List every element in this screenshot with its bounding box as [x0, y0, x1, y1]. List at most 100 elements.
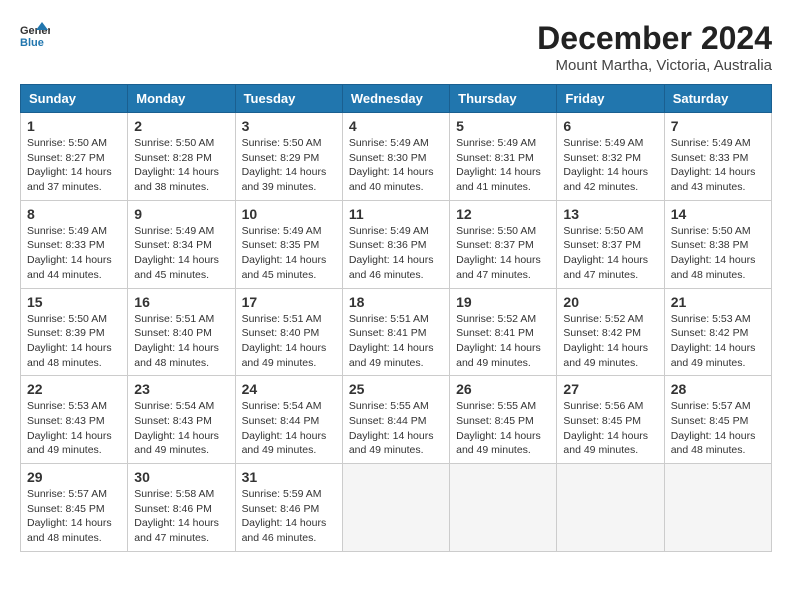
calendar-header-row: SundayMondayTuesdayWednesdayThursdayFrid…: [21, 85, 772, 113]
day-number: 17: [242, 294, 336, 310]
day-number: 3: [242, 118, 336, 134]
day-number: 8: [27, 206, 121, 222]
day-number: 22: [27, 381, 121, 397]
calendar-cell: 14 Sunrise: 5:50 AM Sunset: 8:38 PM Dayli…: [664, 200, 771, 288]
cell-sun-info: Sunrise: 5:50 AM Sunset: 8:37 PM Dayligh…: [563, 224, 657, 283]
day-number: 31: [242, 469, 336, 485]
day-number: 2: [134, 118, 228, 134]
cell-sun-info: Sunrise: 5:49 AM Sunset: 8:33 PM Dayligh…: [671, 136, 765, 195]
calendar-cell: 11 Sunrise: 5:49 AM Sunset: 8:36 PM Dayli…: [342, 200, 449, 288]
day-number: 10: [242, 206, 336, 222]
calendar-cell: [450, 464, 557, 552]
calendar-cell: 6Sunrise: 5:49 AM Sunset: 8:32 PM Daylig…: [557, 113, 664, 201]
day-number: 18: [349, 294, 443, 310]
day-number: 27: [563, 381, 657, 397]
calendar-cell: 29 Sunrise: 5:57 AM Sunset: 8:45 PM Dayli…: [21, 464, 128, 552]
month-title: December 2024: [537, 20, 772, 57]
day-number: 16: [134, 294, 228, 310]
day-number: 1: [27, 118, 121, 134]
calendar-header-friday: Friday: [557, 85, 664, 113]
calendar-cell: [342, 464, 449, 552]
cell-sun-info: Sunrise: 5:58 AM Sunset: 8:46 PM Dayligh…: [134, 487, 228, 546]
calendar-cell: [557, 464, 664, 552]
calendar-week-2: 8 Sunrise: 5:49 AM Sunset: 8:33 PM Daylig…: [21, 200, 772, 288]
location-title: Mount Martha, Victoria, Australia: [537, 57, 772, 74]
cell-sun-info: Sunrise: 5:57 AM Sunset: 8:45 PM Dayligh…: [27, 487, 121, 546]
calendar-header-tuesday: Tuesday: [235, 85, 342, 113]
day-number: 5: [456, 118, 550, 134]
cell-sun-info: Sunrise: 5:49 AM Sunset: 8:36 PM Dayligh…: [349, 224, 443, 283]
day-number: 15: [27, 294, 121, 310]
calendar-header-monday: Monday: [128, 85, 235, 113]
cell-sun-info: Sunrise: 5:51 AM Sunset: 8:40 PM Dayligh…: [242, 312, 336, 371]
day-number: 30: [134, 469, 228, 485]
day-number: 14: [671, 206, 765, 222]
day-number: 29: [27, 469, 121, 485]
calendar-cell: 19Sunrise: 5:52 AM Sunset: 8:41 PM Dayli…: [450, 288, 557, 376]
calendar-cell: 13 Sunrise: 5:50 AM Sunset: 8:37 PM Dayli…: [557, 200, 664, 288]
cell-sun-info: Sunrise: 5:50 AM Sunset: 8:38 PM Dayligh…: [671, 224, 765, 283]
calendar-cell: 8 Sunrise: 5:49 AM Sunset: 8:33 PM Daylig…: [21, 200, 128, 288]
cell-sun-info: Sunrise: 5:49 AM Sunset: 8:34 PM Dayligh…: [134, 224, 228, 283]
cell-sun-info: Sunrise: 5:55 AM Sunset: 8:45 PM Dayligh…: [456, 399, 550, 458]
page-header: General Blue December 2024 Mount Martha,…: [20, 20, 772, 74]
day-number: 21: [671, 294, 765, 310]
cell-sun-info: Sunrise: 5:49 AM Sunset: 8:30 PM Dayligh…: [349, 136, 443, 195]
cell-sun-info: Sunrise: 5:49 AM Sunset: 8:33 PM Dayligh…: [27, 224, 121, 283]
calendar-cell: 20Sunrise: 5:52 AM Sunset: 8:42 PM Dayli…: [557, 288, 664, 376]
calendar-cell: 24 Sunrise: 5:54 AM Sunset: 8:44 PM Dayli…: [235, 376, 342, 464]
cell-sun-info: Sunrise: 5:50 AM Sunset: 8:37 PM Dayligh…: [456, 224, 550, 283]
calendar-header-saturday: Saturday: [664, 85, 771, 113]
cell-sun-info: Sunrise: 5:50 AM Sunset: 8:28 PM Dayligh…: [134, 136, 228, 195]
calendar-week-4: 22 Sunrise: 5:53 AM Sunset: 8:43 PM Dayli…: [21, 376, 772, 464]
cell-sun-info: Sunrise: 5:50 AM Sunset: 8:27 PM Dayligh…: [27, 136, 121, 195]
calendar-week-5: 29 Sunrise: 5:57 AM Sunset: 8:45 PM Dayli…: [21, 464, 772, 552]
calendar-cell: 18 Sunrise: 5:51 AM Sunset: 8:41 PM Dayli…: [342, 288, 449, 376]
cell-sun-info: Sunrise: 5:53 AM Sunset: 8:43 PM Dayligh…: [27, 399, 121, 458]
calendar-table: SundayMondayTuesdayWednesdayThursdayFrid…: [20, 84, 772, 552]
day-number: 11: [349, 206, 443, 222]
day-number: 7: [671, 118, 765, 134]
cell-sun-info: Sunrise: 5:49 AM Sunset: 8:31 PM Dayligh…: [456, 136, 550, 195]
svg-text:Blue: Blue: [20, 37, 44, 49]
cell-sun-info: Sunrise: 5:53 AM Sunset: 8:42 PM Dayligh…: [671, 312, 765, 371]
calendar-cell: 30 Sunrise: 5:58 AM Sunset: 8:46 PM Dayli…: [128, 464, 235, 552]
cell-sun-info: Sunrise: 5:54 AM Sunset: 8:44 PM Dayligh…: [242, 399, 336, 458]
calendar-cell: 15 Sunrise: 5:50 AM Sunset: 8:39 PM Dayli…: [21, 288, 128, 376]
cell-sun-info: Sunrise: 5:50 AM Sunset: 8:39 PM Dayligh…: [27, 312, 121, 371]
calendar-cell: 3 Sunrise: 5:50 AM Sunset: 8:29 PM Daylig…: [235, 113, 342, 201]
calendar-cell: 4 Sunrise: 5:49 AM Sunset: 8:30 PM Daylig…: [342, 113, 449, 201]
calendar-cell: 5 Sunrise: 5:49 AM Sunset: 8:31 PM Daylig…: [450, 113, 557, 201]
calendar-cell: 26Sunrise: 5:55 AM Sunset: 8:45 PM Dayli…: [450, 376, 557, 464]
cell-sun-info: Sunrise: 5:51 AM Sunset: 8:40 PM Dayligh…: [134, 312, 228, 371]
calendar-cell: 25Sunrise: 5:55 AM Sunset: 8:44 PM Dayli…: [342, 376, 449, 464]
cell-sun-info: Sunrise: 5:59 AM Sunset: 8:46 PM Dayligh…: [242, 487, 336, 546]
calendar-cell: 28Sunrise: 5:57 AM Sunset: 8:45 PM Dayli…: [664, 376, 771, 464]
day-number: 6: [563, 118, 657, 134]
calendar-cell: 23Sunrise: 5:54 AM Sunset: 8:43 PM Dayli…: [128, 376, 235, 464]
calendar-cell: 17 Sunrise: 5:51 AM Sunset: 8:40 PM Dayli…: [235, 288, 342, 376]
day-number: 19: [456, 294, 550, 310]
cell-sun-info: Sunrise: 5:50 AM Sunset: 8:29 PM Dayligh…: [242, 136, 336, 195]
cell-sun-info: Sunrise: 5:51 AM Sunset: 8:41 PM Dayligh…: [349, 312, 443, 371]
calendar-cell: 21 Sunrise: 5:53 AM Sunset: 8:42 PM Dayli…: [664, 288, 771, 376]
calendar-cell: 2 Sunrise: 5:50 AM Sunset: 8:28 PM Daylig…: [128, 113, 235, 201]
cell-sun-info: Sunrise: 5:52 AM Sunset: 8:42 PM Dayligh…: [563, 312, 657, 371]
day-number: 12: [456, 206, 550, 222]
cell-sun-info: Sunrise: 5:57 AM Sunset: 8:45 PM Dayligh…: [671, 399, 765, 458]
day-number: 13: [563, 206, 657, 222]
logo-icon: General Blue: [20, 20, 50, 50]
cell-sun-info: Sunrise: 5:55 AM Sunset: 8:44 PM Dayligh…: [349, 399, 443, 458]
calendar-cell: 16 Sunrise: 5:51 AM Sunset: 8:40 PM Dayli…: [128, 288, 235, 376]
calendar-cell: 27Sunrise: 5:56 AM Sunset: 8:45 PM Dayli…: [557, 376, 664, 464]
calendar-cell: 22 Sunrise: 5:53 AM Sunset: 8:43 PM Dayli…: [21, 376, 128, 464]
title-area: December 2024 Mount Martha, Victoria, Au…: [537, 20, 772, 74]
day-number: 24: [242, 381, 336, 397]
logo: General Blue: [20, 20, 50, 50]
calendar-header-thursday: Thursday: [450, 85, 557, 113]
calendar-cell: [664, 464, 771, 552]
calendar-cell: 1 Sunrise: 5:50 AM Sunset: 8:27 PM Daylig…: [21, 113, 128, 201]
day-number: 9: [134, 206, 228, 222]
cell-sun-info: Sunrise: 5:49 AM Sunset: 8:35 PM Dayligh…: [242, 224, 336, 283]
day-number: 4: [349, 118, 443, 134]
